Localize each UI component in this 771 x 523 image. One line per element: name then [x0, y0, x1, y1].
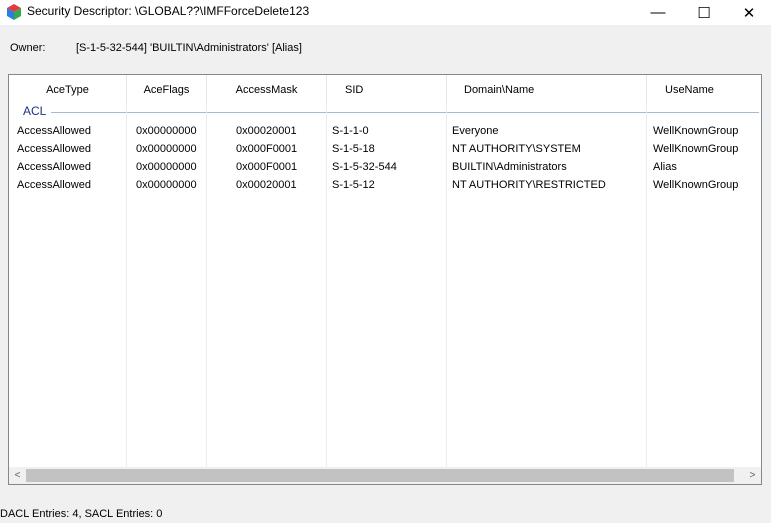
column-header-usename[interactable]: UseName — [647, 75, 761, 105]
owner-value: [S-1-5-32-544] 'BUILTIN\Administrators' … — [76, 42, 302, 54]
cell-domain-name: BUILTIN\Administrators — [452, 161, 567, 173]
close-icon: ✕ — [742, 4, 756, 22]
column-header-accessmask[interactable]: AccessMask — [207, 75, 327, 105]
status-text: DACL Entries: 4, SACL Entries: 0 — [0, 508, 163, 520]
cell-usename: WellKnownGroup — [653, 125, 739, 137]
table-row[interactable]: AccessAllowed 0x00000000 0x00020001 S-1-… — [9, 176, 761, 194]
chevron-right-icon: > — [749, 470, 756, 481]
cell-domain-name: NT AUTHORITY\RESTRICTED — [452, 179, 606, 191]
table-row[interactable]: AccessAllowed 0x00000000 0x000F0001 S-1-… — [9, 140, 761, 158]
column-header-sid[interactable]: SID — [327, 75, 447, 105]
cell-aceflags: 0x00000000 — [136, 161, 197, 173]
table-row[interactable]: AccessAllowed 0x00000000 0x000F0001 S-1-… — [9, 158, 761, 176]
cell-accessmask: 0x000F0001 — [236, 143, 298, 155]
minimize-icon: — — [650, 4, 666, 21]
cell-accessmask: 0x00020001 — [236, 179, 297, 191]
maximize-button[interactable]: ☐ — [681, 0, 727, 25]
column-header-row: AceType AceFlags AccessMask SID Domain\N… — [9, 75, 761, 105]
minimize-button[interactable]: — — [635, 0, 681, 25]
scroll-left-button[interactable]: < — [9, 467, 26, 484]
scroll-right-button[interactable]: > — [744, 467, 761, 484]
cell-accessmask: 0x000F0001 — [236, 161, 298, 173]
cell-aceflags: 0x00000000 — [136, 179, 197, 191]
cell-acetype: AccessAllowed — [17, 161, 91, 173]
title-bar: Security Descriptor: \GLOBAL??\IMFForceD… — [0, 0, 771, 25]
cell-sid: S-1-5-18 — [332, 143, 375, 155]
group-divider — [51, 112, 759, 113]
cell-sid: S-1-1-0 — [332, 125, 369, 137]
cell-aceflags: 0x00000000 — [136, 125, 197, 137]
status-bar: DACL Entries: 4, SACL Entries: 0 — [0, 506, 771, 523]
group-header-acl[interactable]: ACL — [23, 104, 46, 118]
chevron-left-icon: < — [14, 470, 21, 481]
cell-acetype: AccessAllowed — [17, 143, 91, 155]
horizontal-scrollbar[interactable]: < > — [9, 467, 761, 484]
column-header-acetype[interactable]: AceType — [9, 75, 127, 105]
cell-usename: Alias — [653, 161, 677, 173]
close-button[interactable]: ✕ — [726, 0, 771, 25]
maximize-icon: ☐ — [697, 4, 711, 22]
column-header-aceflags[interactable]: AceFlags — [127, 75, 207, 105]
cell-accessmask: 0x00020001 — [236, 125, 297, 137]
cell-domain-name: Everyone — [452, 125, 499, 137]
cell-sid: S-1-5-12 — [332, 179, 375, 191]
window-title: Security Descriptor: \GLOBAL??\IMFForceD… — [27, 4, 310, 18]
cell-acetype: AccessAllowed — [17, 179, 91, 191]
owner-label: Owner: — [10, 42, 46, 54]
scrollbar-thumb[interactable] — [26, 469, 734, 482]
app-icon — [7, 4, 21, 20]
table-row[interactable]: AccessAllowed 0x00000000 0x00020001 S-1-… — [9, 122, 761, 140]
cell-aceflags: 0x00000000 — [136, 143, 197, 155]
cell-sid: S-1-5-32-544 — [332, 161, 397, 173]
cell-domain-name: NT AUTHORITY\SYSTEM — [452, 143, 581, 155]
cell-acetype: AccessAllowed — [17, 125, 91, 137]
cell-usename: WellKnownGroup — [653, 143, 739, 155]
cell-usename: WellKnownGroup — [653, 179, 739, 191]
column-header-domain-name[interactable]: Domain\Name — [447, 75, 647, 105]
acl-list-view[interactable]: AceType AceFlags AccessMask SID Domain\N… — [8, 74, 762, 485]
